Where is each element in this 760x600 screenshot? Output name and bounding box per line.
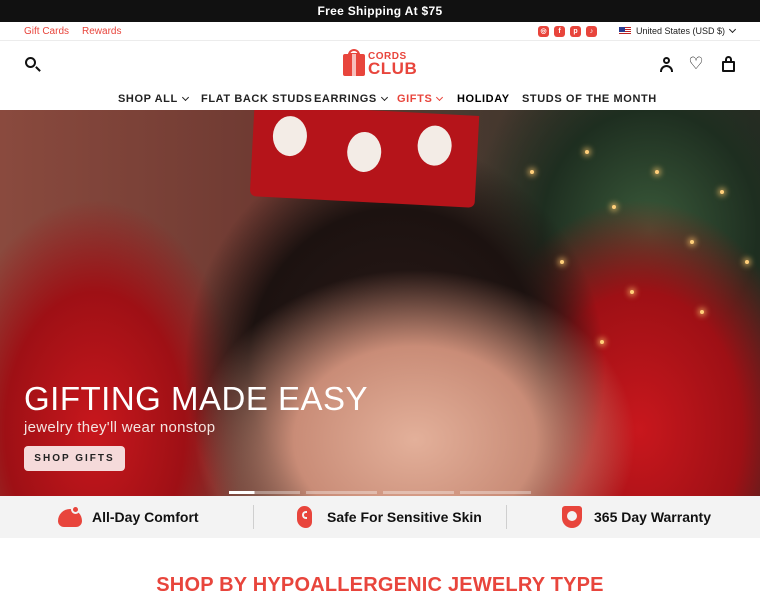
facebook-icon[interactable]: f (554, 26, 565, 37)
divider (506, 505, 507, 529)
us-flag-icon (619, 27, 631, 35)
gift-box-image (249, 110, 480, 208)
cart-bag-icon[interactable] (720, 56, 738, 74)
slide-dot[interactable] (306, 491, 377, 494)
country-selector[interactable]: United States (USD $) (619, 25, 737, 36)
main-nav: SHOP ALL FLAT BACK STUDS EARRINGS GIFTS … (0, 87, 760, 110)
nav-flat-back-studs[interactable]: FLAT BACK STUDS (201, 93, 312, 105)
search-icon[interactable] (24, 56, 42, 74)
hero-subtitle: jewelry they'll wear nonstop (24, 419, 216, 436)
chevron-down-icon (729, 25, 737, 34)
ear-icon (293, 505, 317, 529)
perk-all-day-comfort: All-Day Comfort (58, 496, 199, 538)
perk-warranty: 365 Day Warranty (560, 496, 711, 538)
comfort-icon (58, 505, 82, 529)
utility-bar: Gift Cards Rewards ◎ f p ♪ United States… (0, 22, 760, 41)
nav-holiday[interactable]: HOLIDAY (457, 93, 510, 105)
chevron-down-icon (181, 93, 189, 102)
nav-label: HOLIDAY (457, 93, 510, 105)
wishlist-heart-icon[interactable]: ♡ (687, 55, 705, 73)
slide-dot[interactable] (229, 491, 300, 494)
perk-label: Safe For Sensitive Skin (327, 509, 482, 525)
hero-banner[interactable]: GIFTING MADE EASY jewelry they'll wear n… (0, 110, 760, 496)
nav-label: GIFTS (397, 93, 433, 105)
gift-box-icon (343, 54, 365, 76)
account-icon[interactable] (658, 56, 676, 74)
slide-dot[interactable] (383, 491, 454, 494)
tiktok-icon[interactable]: ♪ (586, 26, 597, 37)
site-header: CORDS CLUB ♡ (0, 41, 760, 87)
perk-label: All-Day Comfort (92, 509, 199, 525)
nav-earrings[interactable]: EARRINGS (314, 93, 388, 105)
perks-bar: All-Day Comfort Safe For Sensitive Skin … (0, 496, 760, 538)
instagram-icon[interactable]: ◎ (538, 26, 549, 37)
announcement-bar: Free Shipping At $75 (0, 0, 760, 22)
section-title: SHOP BY HYPOALLERGENIC JEWELRY TYPE (156, 574, 604, 596)
rewards-link[interactable]: Rewards (82, 26, 121, 37)
hero-title: GIFTING MADE EASY (24, 380, 369, 417)
site-logo[interactable]: CORDS CLUB (343, 49, 417, 79)
nav-label: SHOP ALL (118, 93, 178, 105)
slide-indicators (229, 491, 531, 494)
nav-studs-of-the-month[interactable]: STUDS OF THE MONTH (522, 93, 657, 105)
nav-label: STUDS OF THE MONTH (522, 93, 657, 105)
country-label: United States (USD $) (636, 26, 726, 36)
shop-gifts-button[interactable]: SHOP GIFTS (24, 446, 125, 471)
nav-gifts[interactable]: GIFTS (397, 93, 444, 105)
nav-label: EARRINGS (314, 93, 377, 105)
nav-shop-all[interactable]: SHOP ALL (118, 93, 189, 105)
pinterest-icon[interactable]: p (570, 26, 581, 37)
gift-cards-link[interactable]: Gift Cards (24, 26, 69, 37)
perk-sensitive-skin: Safe For Sensitive Skin (293, 496, 482, 538)
warranty-shield-icon (560, 505, 584, 529)
chevron-down-icon (436, 93, 444, 102)
chevron-down-icon (380, 93, 388, 102)
social-links: ◎ f p ♪ (538, 26, 597, 37)
slide-dot[interactable] (460, 491, 531, 494)
nav-label: FLAT BACK STUDS (201, 93, 313, 105)
perk-label: 365 Day Warranty (594, 509, 711, 525)
divider (253, 505, 254, 529)
logo-word-club: CLUB (368, 59, 418, 78)
